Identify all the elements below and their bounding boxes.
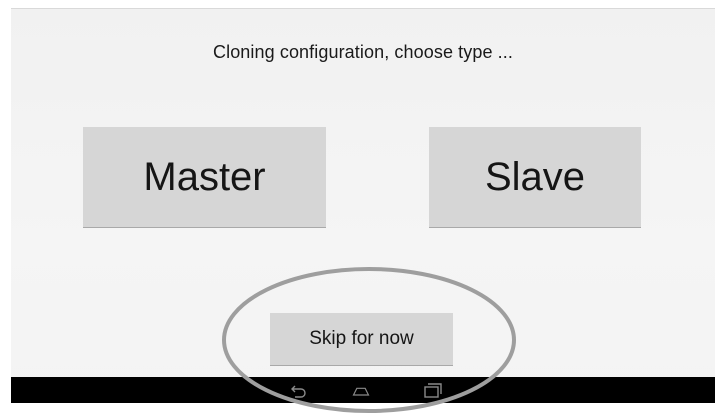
recent-apps-icon[interactable] xyxy=(422,380,442,400)
skip-for-now-button[interactable]: Skip for now xyxy=(270,313,453,366)
prompt-text: Cloning configuration, choose type ... xyxy=(213,42,513,62)
slave-button[interactable]: Slave xyxy=(429,127,641,228)
master-button[interactable]: Master xyxy=(83,127,326,228)
home-icon[interactable] xyxy=(351,380,371,400)
clone-config-screen: Cloning configuration, choose type ... M… xyxy=(11,8,715,403)
android-navigation-bar xyxy=(11,377,715,403)
back-icon[interactable] xyxy=(288,380,308,400)
